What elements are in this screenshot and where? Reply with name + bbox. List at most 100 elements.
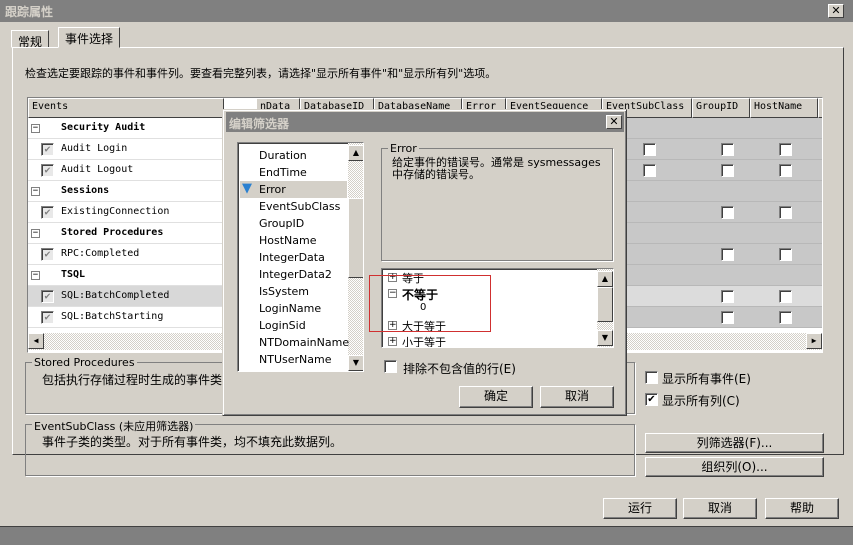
row-label: SQL:BatchCompleted bbox=[61, 290, 170, 301]
scroll-up-icon[interactable]: ▲ bbox=[348, 145, 363, 161]
tab-event-selection[interactable]: 事件选择 bbox=[58, 27, 121, 48]
event-row[interactable]: ExistingConnection bbox=[28, 202, 224, 223]
column-checkbox[interactable] bbox=[779, 290, 792, 303]
exclude-rows-label[interactable]: 排除不包含值的行(E) bbox=[403, 360, 516, 377]
event-checkbox[interactable]: ✔ bbox=[41, 248, 54, 261]
organize-columns-button[interactable]: 组织列(O)... bbox=[645, 457, 824, 477]
expand-icon[interactable]: + bbox=[388, 337, 397, 346]
column-checkbox[interactable] bbox=[721, 206, 734, 219]
column-checkbox[interactable] bbox=[779, 248, 792, 261]
row-label: Audit Login bbox=[61, 143, 128, 154]
scroll-right-icon[interactable]: ▶ bbox=[806, 333, 822, 349]
column-list-item[interactable]: IsSystem bbox=[240, 283, 347, 300]
event-row[interactable]: RPC:Completed bbox=[28, 244, 224, 265]
collapse-icon[interactable]: − bbox=[31, 271, 40, 280]
column-checkbox[interactable] bbox=[721, 143, 734, 156]
dialog-title: 编辑筛选器 bbox=[229, 117, 290, 131]
category-row[interactable]: Security Audit bbox=[28, 118, 224, 139]
column-list-item[interactable]: NTUserName bbox=[240, 351, 347, 368]
column-list-item[interactable]: EndTime bbox=[240, 164, 347, 181]
group-text: 事件子类的类型。对于所有事件类，均不填充此数据列。 bbox=[42, 435, 343, 449]
exclude-rows-checkbox[interactable] bbox=[384, 360, 397, 373]
event-checkbox[interactable]: ✔ bbox=[41, 311, 54, 324]
column-header[interactable]: Events bbox=[28, 98, 224, 118]
show-all-events-label[interactable]: 显示所有事件(E) bbox=[662, 370, 751, 387]
event-checkbox[interactable]: ✔ bbox=[41, 164, 54, 177]
column-checkbox[interactable] bbox=[643, 164, 656, 177]
description-group: Error 给定事件的错误号。通常是 sysmessages 中存储的错误号。 bbox=[381, 142, 613, 261]
column-list[interactable]: ▲ ▼ Duration EndTime Error ▼ EventSubClass Gr… bbox=[237, 142, 364, 372]
column-checkbox[interactable] bbox=[779, 164, 792, 177]
event-checkbox[interactable]: ✔ bbox=[41, 206, 54, 219]
column-header[interactable]: I bbox=[818, 98, 822, 118]
show-all-columns-checkbox[interactable]: ✔ bbox=[645, 393, 658, 406]
row-label: SQL:BatchStarting bbox=[61, 311, 164, 322]
row-label: Stored Procedures bbox=[61, 227, 164, 238]
column-checkbox[interactable] bbox=[779, 206, 792, 219]
category-row[interactable]: Sessions bbox=[28, 181, 224, 202]
show-all-events-checkbox[interactable] bbox=[645, 371, 658, 384]
ok-button[interactable]: 确定 bbox=[459, 386, 533, 408]
collapse-icon[interactable]: − bbox=[31, 229, 40, 238]
column-list-item[interactable]: Duration bbox=[240, 147, 347, 164]
group-title: EventSubClass (未应用筛选器) bbox=[32, 418, 196, 434]
event-row[interactable]: SQL:BatchCompleted bbox=[28, 286, 224, 307]
column-list-item[interactable]: EventSubClass bbox=[240, 198, 347, 215]
column-checkbox[interactable] bbox=[721, 311, 734, 324]
column-list-item[interactable]: GroupID bbox=[240, 215, 347, 232]
event-row[interactable]: Audit Logout bbox=[28, 160, 224, 181]
column-filter-button[interactable]: 列筛选器(F)... bbox=[645, 433, 824, 453]
column-list-item[interactable]: Error bbox=[240, 181, 347, 198]
event-checkbox[interactable]: ✔ bbox=[41, 143, 54, 156]
collapse-icon[interactable]: − bbox=[31, 124, 40, 133]
collapse-icon[interactable]: − bbox=[31, 187, 40, 196]
column-checkbox[interactable] bbox=[721, 164, 734, 177]
column-list-item[interactable]: IntegerData bbox=[240, 249, 347, 266]
event-row[interactable]: SQL:BatchStarting bbox=[28, 307, 224, 328]
row-label: Sessions bbox=[61, 185, 110, 196]
tree-scrollbar[interactable]: ▲ ▼ bbox=[597, 269, 613, 347]
scroll-up-icon[interactable]: ▲ bbox=[597, 271, 613, 287]
column-checkbox[interactable] bbox=[779, 143, 792, 156]
cancel-button[interactable]: 取消 bbox=[683, 498, 757, 519]
scroll-down-icon[interactable]: ▼ bbox=[348, 355, 363, 371]
column-checkbox[interactable] bbox=[721, 290, 734, 303]
eventsubclass-group: EventSubClass (未应用筛选器) 事件子类的类型。对于所有事件类，均… bbox=[25, 418, 635, 476]
column-checkbox[interactable] bbox=[721, 248, 734, 261]
description-title: Error bbox=[388, 142, 419, 155]
scroll-left-icon[interactable]: ◀ bbox=[28, 333, 44, 349]
column-checkbox[interactable] bbox=[643, 143, 656, 156]
tree-node[interactable]: 小于等于 bbox=[402, 334, 446, 347]
close-button[interactable]: ✕ bbox=[828, 4, 844, 18]
column-list-item[interactable]: NTDomainName bbox=[240, 334, 349, 351]
column-list-item[interactable]: HostName bbox=[240, 232, 347, 249]
row-label: RPC:Completed bbox=[61, 248, 140, 259]
scroll-thumb[interactable] bbox=[597, 287, 613, 322]
event-row[interactable]: Audit Login bbox=[28, 139, 224, 160]
show-all-columns-label[interactable]: 显示所有列(C) bbox=[662, 392, 740, 409]
description-text: 给定事件的错误号。通常是 sysmessages 中存储的错误号。 bbox=[392, 156, 601, 181]
row-label: ExistingConnection bbox=[61, 206, 170, 217]
category-row[interactable]: TSQL bbox=[28, 265, 224, 286]
column-list-item[interactable]: LoginName bbox=[240, 300, 347, 317]
row-label: TSQL bbox=[61, 269, 86, 280]
window-title-bar: 跟踪属性 bbox=[0, 0, 853, 22]
help-button[interactable]: 帮助 bbox=[765, 498, 839, 519]
filter-icon: ▼ bbox=[242, 181, 252, 196]
column-header[interactable]: HostName bbox=[750, 98, 818, 118]
row-label: Security Audit bbox=[61, 122, 146, 133]
dialog-cancel-button[interactable]: 取消 bbox=[540, 386, 614, 408]
scroll-down-icon[interactable]: ▼ bbox=[597, 330, 613, 346]
column-list-item[interactable]: IntegerData2 bbox=[240, 266, 347, 283]
category-row[interactable]: Stored Procedures bbox=[28, 223, 224, 244]
column-header[interactable]: GroupID bbox=[692, 98, 750, 118]
scroll-thumb[interactable] bbox=[348, 198, 363, 278]
column-checkbox[interactable] bbox=[779, 311, 792, 324]
dialog-close-button[interactable]: ✕ bbox=[606, 115, 622, 129]
list-scrollbar[interactable]: ▲ ▼ bbox=[348, 143, 363, 371]
event-checkbox[interactable]: ✔ bbox=[41, 290, 54, 303]
tab-general[interactable]: 常规 bbox=[11, 30, 50, 49]
run-button[interactable]: 运行 bbox=[603, 498, 677, 519]
column-list-item[interactable]: LoginSid bbox=[240, 317, 347, 334]
instructions-text: 检查选定要跟踪的事件和事件列。要查看完整列表，请选择"显示所有事件"和"显示所有… bbox=[25, 67, 497, 80]
